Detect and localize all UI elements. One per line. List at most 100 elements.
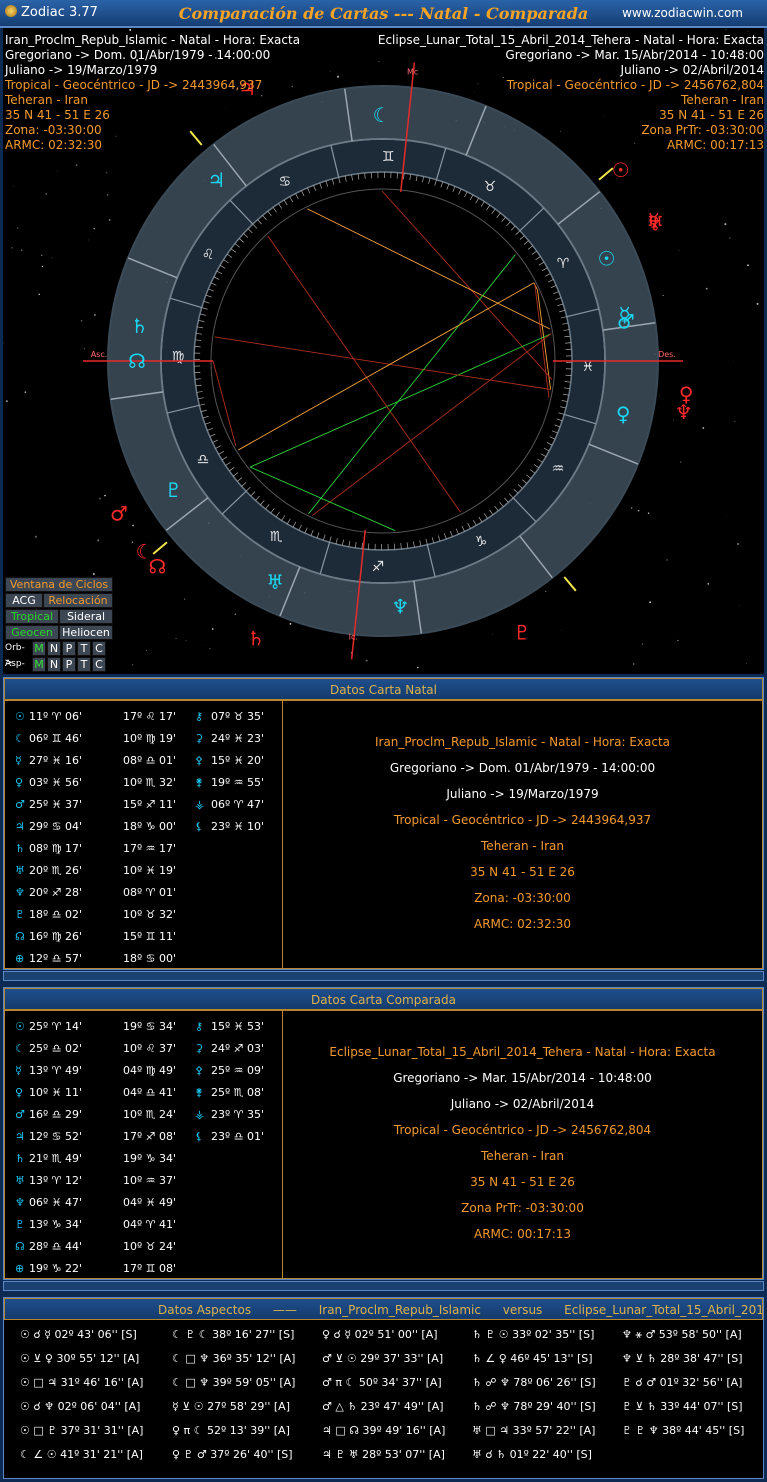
orb-t-toggle[interactable]: T — [77, 641, 91, 656]
aspect-entry: ♆ ⊻ ♄ 28º 38' 47'' [S] — [622, 1352, 743, 1365]
saturn-compared-icon[interactable]: ♄ — [247, 626, 265, 650]
aspect-entry: ♄ ☍ ♆ 78º 06' 26'' [S] — [472, 1376, 596, 1389]
planet-glyph-icon: ♇ — [15, 1218, 25, 1231]
asp-m-toggle[interactable]: M — [32, 657, 46, 672]
mars-compared-icon[interactable]: ♂ — [110, 502, 128, 526]
aspect-entry: ♄ ☍ ♆ 78º 29' 40'' [S] — [472, 1400, 596, 1413]
sun-compared-icon[interactable]: ☉ — [612, 158, 630, 182]
aspect-entry: ☾ ♇ ☾ 38º 16' 27'' [S] — [172, 1328, 295, 1341]
orb-p-toggle[interactable]: P — [62, 641, 76, 656]
asp-n-toggle[interactable]: N — [47, 657, 61, 672]
neptune-compared-icon[interactable]: ♆ — [675, 400, 693, 424]
chart-info-line: 35 N 41 - 51 E 26 — [470, 1175, 575, 1189]
star — [329, 71, 331, 72]
jupiter-natal-icon[interactable]: ♃ — [207, 168, 225, 192]
compared-header-line: Eclipse_Lunar_Total_15_Abril_2014_Tehera… — [377, 33, 764, 47]
tropical-button[interactable]: Tropical — [5, 609, 59, 624]
saturn-natal-icon[interactable]: ♄ — [131, 314, 149, 338]
aspect-entry: ♃ ♇ ♅ 28º 53' 07'' [A] — [322, 1448, 445, 1461]
aspects-title: Datos Aspectos — [158, 1303, 252, 1317]
uranus-compared-icon[interactable]: ♅ — [646, 212, 664, 236]
asp-c-toggle[interactable]: C — [92, 657, 106, 672]
natal-panel-scrollbar[interactable] — [3, 971, 764, 981]
aspect-entry: ☉ □ ♃ 31º 46' 16'' [A] — [20, 1376, 144, 1389]
star — [649, 601, 652, 604]
planet-glyph-icon: ⊕ — [15, 1262, 25, 1275]
planet-glyph-icon: ♃ — [15, 1130, 25, 1143]
uranus-natal-icon[interactable]: ♅ — [266, 570, 284, 594]
planet-glyph-icon: ♅ — [15, 864, 25, 877]
star — [56, 170, 58, 172]
relocation-button[interactable]: Relocación — [43, 593, 113, 608]
planet-glyph-icon: ♃ — [15, 820, 25, 833]
planet-glyph-icon: ☊ — [15, 1240, 25, 1253]
orb-n-toggle[interactable]: N — [47, 641, 61, 656]
star — [336, 75, 340, 78]
asteroid-glyph-icon: ⚵ — [195, 776, 204, 789]
acg-button[interactable]: ACG — [5, 593, 43, 608]
orb-m-toggle[interactable]: M — [32, 641, 46, 656]
house-cusp: 19º ♑ 34' — [123, 1152, 177, 1165]
asteroid-position: 06º ♈ 47' — [211, 798, 265, 811]
star — [45, 193, 47, 195]
venus-natal-icon[interactable]: ♀ — [616, 402, 631, 426]
house-cusp: 15º ♐ 11' — [123, 798, 177, 811]
pluto-natal-icon[interactable]: ♇ — [165, 478, 183, 502]
star — [637, 509, 640, 512]
star — [132, 524, 134, 527]
planet-glyph-icon: ♂ — [15, 798, 25, 811]
aspect-entry: ♇ ♇ ♆ 38º 44' 45'' [S] — [622, 1424, 745, 1437]
sun-natal-icon[interactable]: ☉ — [598, 246, 616, 270]
asteroid-glyph-icon: ⚸ — [195, 820, 204, 833]
aspect-entry: ♀ π ☾ 52º 13' 39'' [A] — [172, 1424, 290, 1437]
aspect-entry: ♀ ♇ ♂ 37º 26' 40'' [S] — [172, 1448, 293, 1461]
pluto-compared-icon[interactable]: ♇ — [513, 620, 531, 644]
star — [132, 664, 134, 666]
star — [365, 659, 368, 662]
position-row: ☾ 06º ♊ 46' 10º ♍ 19' ⚳ 24º ♓ 23' — [5, 729, 282, 749]
star — [746, 663, 747, 664]
house-cusp: 10º ♏ 32' — [123, 776, 177, 789]
compared-panel-scrollbar[interactable] — [3, 1281, 764, 1291]
asp-p-toggle[interactable]: P — [62, 657, 76, 672]
node-compared-icon[interactable]: ☊ — [149, 554, 167, 578]
house-cusp: 10º ♉ 24' — [123, 1240, 177, 1253]
asteroid-glyph-icon: ⚷ — [195, 1020, 204, 1033]
chart-info-line: Juliano -> 19/Marzo/1979 — [446, 787, 599, 801]
aspects-list: ☉ ☌ ☿ 02º 43' 06'' [S] ☉ ⊻ ♀ 30º 55' 12''… — [4, 1320, 763, 1478]
node-natal-icon[interactable]: ☊ — [128, 349, 146, 373]
mars-natal-icon[interactable]: ♂ — [617, 310, 635, 334]
planet-position: 16º ♍ 26' — [29, 930, 83, 943]
star — [97, 539, 100, 542]
star — [131, 541, 134, 543]
orb-c-toggle[interactable]: C — [92, 641, 106, 656]
asp-t-toggle[interactable]: T — [77, 657, 91, 672]
geocentric-button[interactable]: Geocen — [5, 625, 59, 640]
star — [185, 640, 187, 642]
asteroid-glyph-icon: ⚴ — [195, 754, 204, 767]
house-cusp: 17º ♒ 17' — [123, 842, 177, 855]
planet-position: 25º ♎ 02' — [29, 1042, 83, 1055]
planet-position: 19º ♑ 22' — [29, 1262, 83, 1275]
asteroid-position: 15º ♓ 53' — [211, 1020, 265, 1033]
position-row: ♄ 21º ♏ 49' 19º ♑ 34' — [5, 1149, 282, 1169]
star — [756, 302, 759, 305]
sidereal-button[interactable]: Sideral — [59, 609, 113, 624]
star — [511, 29, 513, 31]
website-link[interactable]: www.zodiacwin.com — [622, 6, 743, 20]
star — [5, 400, 8, 402]
chart-info-line: Zona: -03:30:00 — [474, 891, 571, 905]
star — [630, 507, 633, 509]
star — [92, 573, 95, 575]
planet-glyph-icon: ☉ — [15, 710, 25, 723]
aspect-entry: ♅ ☌ ♄ 01º 22' 40'' [S] — [472, 1448, 592, 1461]
heliocentric-button[interactable]: Heliocen — [59, 625, 113, 640]
compared-chart-info: Eclipse_Lunar_Total_15_Abril_2014_Tehera… — [283, 1011, 762, 1278]
planet-glyph-icon: ♄ — [15, 842, 25, 855]
neptune-natal-icon[interactable]: ♆ — [391, 594, 409, 618]
compared-header-line: ARMC: 00:17:13 — [666, 138, 764, 152]
cycles-window-button[interactable]: Ventana de Ciclos — [5, 577, 113, 592]
star — [734, 421, 736, 423]
star — [680, 461, 682, 463]
star — [93, 313, 96, 317]
